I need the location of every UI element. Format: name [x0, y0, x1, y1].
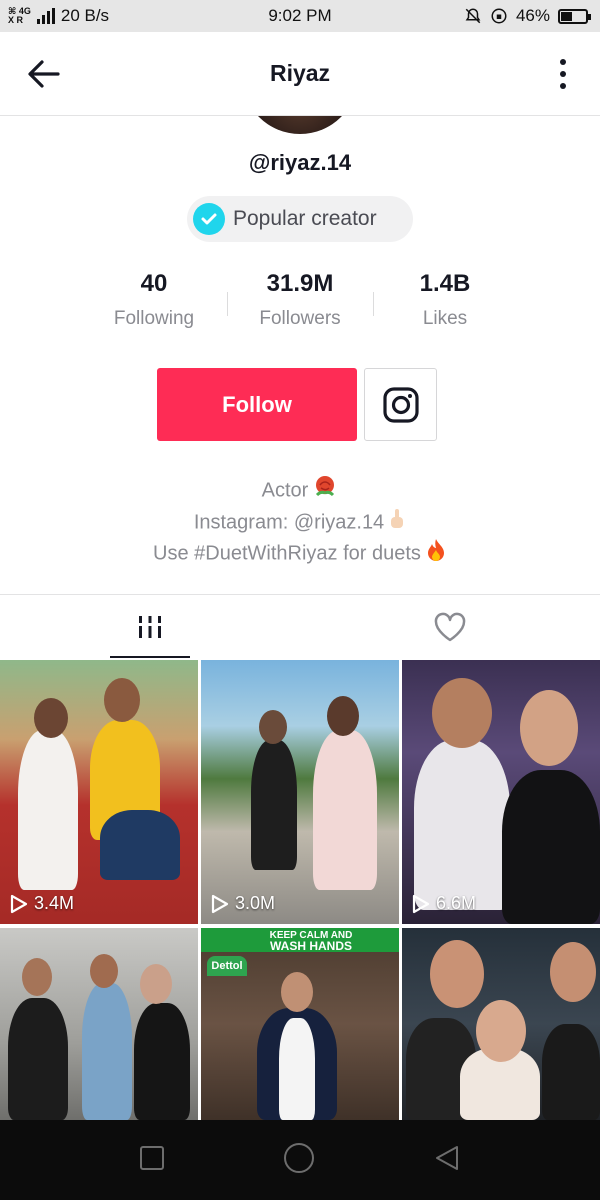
- back-button[interactable]: [24, 54, 64, 94]
- username: @riyaz.14: [248, 150, 352, 175]
- person-figure: [251, 740, 297, 870]
- page-title: Riyaz: [269, 60, 331, 86]
- stat-following[interactable]: 40 Following: [74, 270, 234, 330]
- person-figure: [100, 810, 180, 880]
- video-thumbnail[interactable]: [402, 928, 600, 1120]
- person-head: [90, 954, 118, 988]
- network-speed: 20 B/s: [60, 6, 110, 25]
- person-figure: [134, 1003, 190, 1120]
- stat-label: Likes: [422, 308, 468, 329]
- person-head: [259, 710, 287, 744]
- video-thumbnail[interactable]: 6.6M: [402, 660, 600, 924]
- video-thumbnail[interactable]: 3.4M: [0, 660, 198, 924]
- more-vertical-icon: [560, 59, 566, 65]
- person-head: [432, 678, 492, 748]
- video-thumbnail[interactable]: 3.0M: [201, 660, 399, 924]
- person-head: [281, 972, 313, 1012]
- stat-likes[interactable]: 1.4B Likes: [365, 270, 525, 330]
- play-icon: [412, 894, 430, 913]
- status-bar: ⌘ 4G X R 20 B/s 9:02 PM 46%: [0, 0, 600, 32]
- person-head: [430, 940, 484, 1008]
- person-head: [104, 678, 140, 722]
- person-head: [520, 690, 578, 766]
- view-count: 6.6M: [412, 893, 476, 914]
- battery-percent: 46%: [515, 6, 550, 25]
- recents-button[interactable]: [139, 1145, 165, 1176]
- tab-videos[interactable]: [0, 595, 300, 659]
- view-count: 3.4M: [10, 893, 74, 914]
- person-figure: [8, 998, 68, 1120]
- person-figure: [542, 1024, 600, 1120]
- person-head: [327, 696, 359, 736]
- bio-line-1: Actor: [0, 474, 600, 508]
- system-nav-bar: [0, 1120, 600, 1200]
- stat-label: Following: [113, 308, 195, 329]
- pointing-up-icon: [388, 508, 406, 538]
- rose-icon: [312, 474, 338, 508]
- person-figure: [18, 730, 78, 890]
- network-type: ⌘ 4G X R: [8, 6, 31, 25]
- stat-value: 31.9M: [266, 270, 334, 297]
- person-head: [34, 698, 68, 738]
- person-figure: [414, 740, 510, 910]
- stat-followers[interactable]: 31.9M Followers: [220, 270, 380, 330]
- stat-value: 40: [140, 270, 168, 297]
- stat-label: Followers: [259, 308, 341, 329]
- bio-line-2: Instagram: @riyaz.14: [0, 508, 600, 538]
- instagram-icon: [382, 386, 419, 423]
- tab-indicator: [110, 656, 190, 658]
- bio: Actor Instagram: @riyaz.14 Use #DuetWith…: [0, 474, 600, 570]
- person-head: [22, 958, 52, 996]
- app-header: Riyaz: [0, 32, 600, 116]
- more-options-button[interactable]: [556, 54, 570, 94]
- video-grid: 3.4M 3.0M 6.6M KEEP CALM AND WASH HANDS …: [0, 660, 600, 1120]
- status-right: 46%: [464, 6, 591, 26]
- signal-icon: [36, 8, 55, 24]
- stat-value: 1.4B: [419, 270, 471, 297]
- mute-icon: [465, 8, 481, 24]
- person-head: [140, 964, 172, 1004]
- brand-logo: Dettol: [207, 956, 247, 976]
- square-icon: [140, 1145, 164, 1170]
- bio-line-3: Use #DuetWithRiyaz for duets: [0, 538, 600, 570]
- home-button[interactable]: [283, 1142, 315, 1179]
- play-icon: [211, 894, 229, 913]
- person-head: [476, 1000, 526, 1062]
- fire-icon: [425, 538, 447, 570]
- person-figure: [82, 983, 132, 1120]
- tab-liked[interactable]: [300, 595, 600, 659]
- videos-grid-icon: [136, 616, 164, 638]
- popular-creator-badge[interactable]: Popular creator: [187, 196, 413, 242]
- rotation-lock-icon: [491, 8, 507, 24]
- instagram-button[interactable]: [364, 368, 437, 441]
- triangle-back-icon: [436, 1145, 458, 1170]
- video-thumbnail[interactable]: [0, 928, 198, 1120]
- system-back-button[interactable]: [433, 1144, 461, 1177]
- verified-check-icon: [193, 203, 225, 235]
- person-head: [550, 942, 596, 1002]
- person-figure: [279, 1018, 315, 1120]
- profile-stats: 40 Following 31.9M Followers 1.4B Likes: [0, 270, 600, 340]
- person-figure: [502, 770, 600, 924]
- circle-icon: [284, 1142, 314, 1173]
- arrow-left-icon: [28, 60, 60, 88]
- play-icon: [10, 894, 28, 913]
- battery-icon: [558, 8, 591, 24]
- view-count: 3.0M: [211, 893, 275, 914]
- heart-icon: [434, 612, 466, 642]
- profile-tabs: [0, 594, 600, 658]
- status-left: ⌘ 4G X R 20 B/s: [8, 6, 109, 26]
- badge-label: Popular creator: [233, 207, 377, 230]
- person-figure: [313, 730, 377, 890]
- dettol-banner: KEEP CALM AND WASH HANDS: [201, 928, 399, 953]
- video-thumbnail[interactable]: KEEP CALM AND WASH HANDS Dettol: [201, 928, 399, 1120]
- follow-button[interactable]: Follow: [157, 368, 357, 441]
